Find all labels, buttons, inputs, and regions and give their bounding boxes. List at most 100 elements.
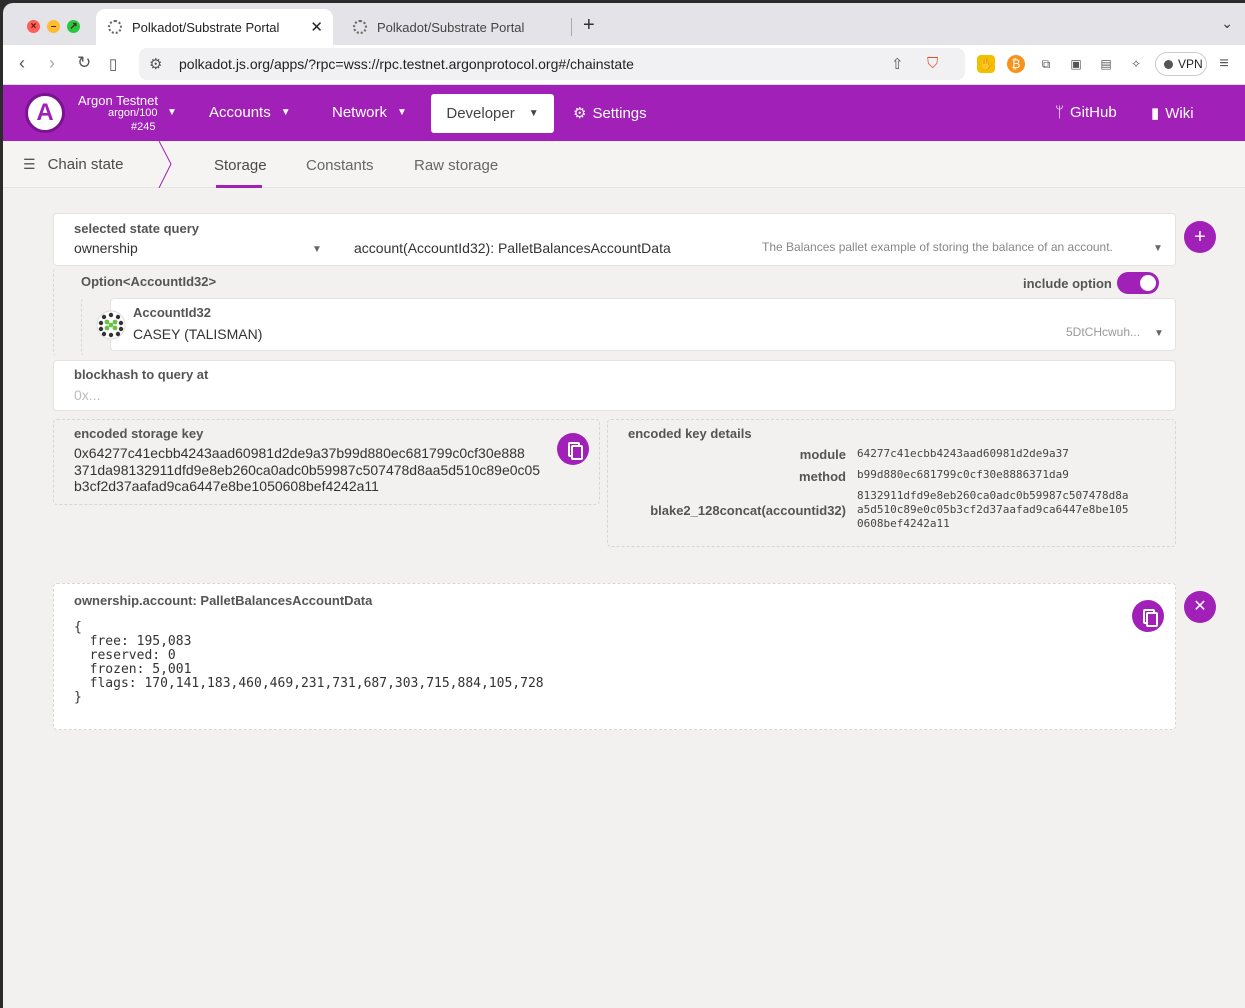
- new-tab-button[interactable]: +: [583, 14, 595, 37]
- result-line: frozen: 5,001: [74, 662, 192, 677]
- wallet-icon[interactable]: ▤: [1097, 55, 1115, 73]
- hasher-label: blake2_128concat(accountid32): [650, 503, 846, 518]
- toggle-knob: [1140, 275, 1156, 291]
- menu-developer-label: Developer: [446, 105, 515, 122]
- browser-tab-inactive[interactable]: Polkadot/Substrate Portal: [341, 9, 571, 45]
- blockhash-label: blockhash to query at: [74, 367, 209, 382]
- caret-down-icon: ▼: [397, 107, 407, 118]
- pallet-caret-icon[interactable]: ▼: [312, 244, 322, 255]
- storage-key-line: 371da98132911dfd9e8eb260ca0adc0b59987c50…: [74, 461, 541, 478]
- menu-network[interactable]: Network ▼: [332, 104, 407, 121]
- share-icon[interactable]: ⇧: [891, 55, 904, 73]
- storage-key-line: 0x64277c41ecbb4243aad60981d2de9a37b99d88…: [74, 445, 525, 461]
- result-json: { free: 195,083 reserved: 0 frozen: 5,00…: [74, 621, 544, 705]
- site-settings-icon[interactable]: ⚙: [149, 55, 162, 73]
- account-address: 5DtCHcwuh...: [1066, 325, 1141, 339]
- account-caret-icon[interactable]: ▼: [1154, 328, 1164, 339]
- window-maximize-button[interactable]: ↗: [67, 20, 80, 33]
- tab-list-chevron-icon[interactable]: ⌄: [1221, 15, 1233, 32]
- book-icon: ▮: [1151, 105, 1160, 122]
- menu-github[interactable]: ᛘ GitHub: [1055, 104, 1117, 121]
- menu-github-label: GitHub: [1070, 104, 1117, 121]
- include-option-toggle[interactable]: [1117, 272, 1159, 294]
- method-label: method: [799, 469, 846, 484]
- menu-settings[interactable]: ⚙ Settings: [573, 104, 647, 123]
- browser-tab-active[interactable]: Polkadot/Substrate Portal ✕: [96, 9, 333, 45]
- tab-raw-storage[interactable]: Raw storage: [414, 157, 498, 174]
- menu-accounts[interactable]: Accounts ▼: [209, 104, 291, 121]
- bookmark-icon[interactable]: ▯: [109, 55, 117, 73]
- window-minimize-button[interactable]: –: [47, 20, 60, 33]
- result-line: {: [74, 620, 82, 635]
- copy-result-button[interactable]: [1132, 600, 1164, 632]
- add-query-button[interactable]: +: [1184, 221, 1216, 253]
- menu-accounts-label: Accounts: [209, 104, 271, 121]
- polkadot-favicon-icon: [353, 20, 367, 34]
- hasher-line: 0608bef4242a11: [857, 517, 950, 530]
- hamburger-menu-icon[interactable]: ≡: [1215, 55, 1233, 73]
- result-line: reserved: 0: [74, 648, 176, 663]
- extension-hand-icon[interactable]: ✋: [977, 55, 995, 73]
- method-caret-icon[interactable]: ▼: [1153, 243, 1163, 254]
- vpn-button[interactable]: VPN: [1155, 52, 1207, 76]
- blockhash-input[interactable]: 0x...: [74, 387, 100, 403]
- extensions-puzzle-icon[interactable]: ⧉: [1037, 55, 1055, 73]
- url-text[interactable]: polkadot.js.org/apps/?rpc=wss://rpc.test…: [179, 56, 634, 72]
- tab-title: Polkadot/Substrate Portal: [132, 19, 280, 35]
- result-line: }: [74, 690, 82, 705]
- hasher-line: a5d510c89e0c05b3cf2d37aafad9ca6447e8be10…: [857, 503, 1129, 516]
- browser-toolbar: ‹ › ↻ ▯ ⚙ polkadot.js.org/apps/?rpc=wss:…: [3, 45, 1245, 85]
- sidebar-toggle-icon[interactable]: ▣: [1067, 55, 1085, 73]
- pallet-dropdown[interactable]: ownership: [74, 240, 138, 256]
- app-header: A Argon Testnet argon/100 ▼ #245 Account…: [3, 85, 1245, 141]
- menu-developer[interactable]: Developer ▼: [431, 94, 554, 133]
- chain-spec[interactable]: argon/100: [108, 107, 158, 119]
- hasher-value: 8132911dfd9e8eb260ca0adc0b59987c507478d8…: [857, 489, 1129, 531]
- sub-navigation: ☰ Chain state Storage Constants Raw stor…: [3, 141, 1245, 188]
- gears-icon: ⚙: [573, 105, 587, 122]
- vpn-status-icon: [1164, 60, 1173, 69]
- menu-network-label: Network: [332, 104, 388, 121]
- argon-logo-icon[interactable]: A: [25, 93, 65, 133]
- tab-constants[interactable]: Constants: [306, 157, 374, 174]
- module-value: 64277c41ecbb4243aad60981d2de9a37: [857, 447, 1069, 460]
- reload-icon[interactable]: ↻: [77, 53, 91, 73]
- module-label: module: [799, 447, 846, 462]
- chain-name[interactable]: Argon Testnet: [78, 93, 158, 108]
- section-title: ☰ Chain state: [23, 156, 123, 173]
- forward-arrow-icon[interactable]: ›: [49, 53, 55, 74]
- tab-close-icon[interactable]: ✕: [310, 18, 323, 36]
- menu-wiki-label: Wiki: [1165, 104, 1194, 122]
- back-arrow-icon[interactable]: ‹: [19, 53, 25, 74]
- address-bar[interactable]: ⚙ polkadot.js.org/apps/?rpc=wss://rpc.te…: [139, 48, 965, 80]
- copy-storage-key-button[interactable]: [557, 433, 589, 465]
- caret-down-icon: ▼: [528, 108, 539, 119]
- remove-result-button[interactable]: ✕: [1184, 591, 1216, 623]
- result-line: flags: 170,141,183,460,469,231,731,687,3…: [74, 676, 544, 691]
- encoded-storage-key-value: 0x64277c41ecbb4243aad60981d2de9a37b99d88…: [74, 445, 540, 495]
- query-result-panel: ownership.account: PalletBalancesAccount…: [53, 583, 1176, 730]
- storage-key-line: b3cf2d37aafad9ca6447e8be1050608bef4242a1…: [74, 478, 379, 494]
- main-content: selected state query ownership ▼ account…: [3, 188, 1245, 1008]
- blockhash-field: blockhash to query at 0x...: [53, 360, 1176, 411]
- hasher-line: 8132911dfd9e8eb260ca0adc0b59987c507478d8…: [857, 489, 1129, 502]
- brave-shield-icon[interactable]: ⛉: [927, 55, 938, 72]
- chain-selector-caret-icon[interactable]: ▼: [167, 107, 177, 118]
- block-number: #245: [131, 121, 156, 133]
- leo-ai-icon[interactable]: ✧: [1127, 55, 1145, 73]
- code-branch-icon: ᛘ: [1055, 104, 1065, 121]
- window-close-button[interactable]: ×: [27, 20, 40, 33]
- extension-bitcoin-icon[interactable]: ₿: [1007, 55, 1025, 73]
- account-name[interactable]: CASEY (TALISMAN): [133, 326, 262, 342]
- account-selector[interactable]: AccountId32 CASEY (TALISMAN) 5DtCHcwuh..…: [110, 298, 1176, 351]
- encoded-key-details-panel: encoded key details module 64277c41ecbb4…: [607, 419, 1176, 547]
- menu-wiki[interactable]: ▮ Wiki: [1151, 104, 1194, 123]
- section-title-label: Chain state: [47, 156, 124, 173]
- tab-storage[interactable]: Storage: [214, 157, 267, 174]
- method-description: The Balances pallet example of storing t…: [762, 240, 1113, 254]
- database-icon: ☰: [23, 156, 36, 172]
- encoded-storage-key-label: encoded storage key: [74, 426, 204, 441]
- breadcrumb-chevron-icon: [158, 141, 172, 188]
- vpn-label: VPN: [1178, 57, 1203, 71]
- method-dropdown[interactable]: account(AccountId32): PalletBalancesAcco…: [354, 240, 671, 256]
